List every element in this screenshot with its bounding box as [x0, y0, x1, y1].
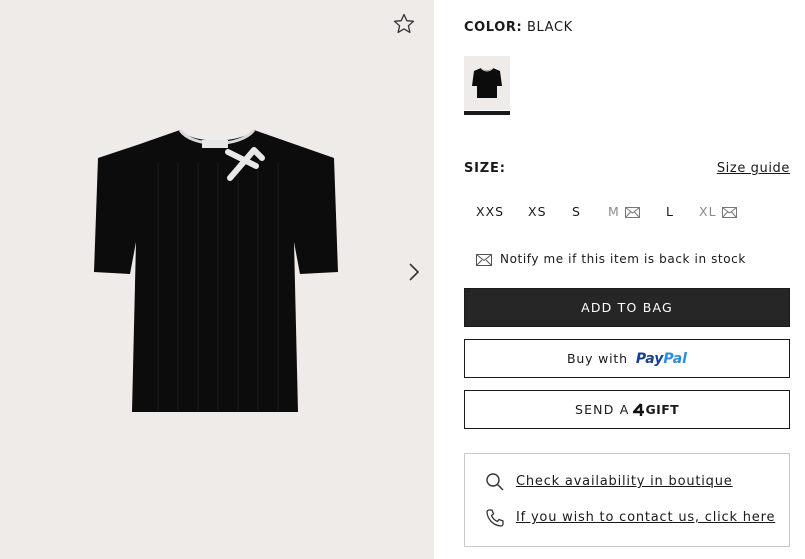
product-gallery — [0, 0, 434, 559]
gift-logo: GIFT — [633, 402, 679, 417]
color-value: BLACK — [527, 20, 573, 35]
size-option-xxs[interactable]: XXS — [476, 204, 504, 219]
envelope-icon — [476, 254, 492, 266]
size-option-m[interactable]: M — [608, 204, 640, 219]
boutique-box: Check availability in boutique If you wi… — [464, 453, 790, 547]
check-availability-link[interactable]: Check availability in boutique — [516, 474, 733, 489]
search-icon — [486, 473, 504, 491]
color-swatch-black[interactable] — [464, 56, 510, 110]
size-option-l[interactable]: L — [666, 204, 674, 219]
contact-us-link[interactable]: If you wish to contact us, click here — [516, 510, 775, 525]
add-to-bag-button[interactable]: ADD TO BAG — [464, 288, 790, 327]
chevron-right-icon[interactable] — [404, 260, 424, 284]
selected-indicator — [464, 111, 510, 115]
paypal-logo: PayPal — [635, 350, 687, 367]
envelope-icon — [624, 207, 640, 218]
send-gift-button[interactable]: SEND A GIFT — [464, 390, 790, 429]
size-guide-link[interactable]: Size guide — [717, 161, 790, 176]
notify-back-in-stock[interactable]: Notify me if this item is back in stock — [476, 252, 746, 266]
color-row: COLOR: BLACK — [464, 20, 573, 35]
star-icon[interactable] — [392, 12, 416, 36]
send-a-label: SEND A — [574, 402, 630, 417]
paypal-button[interactable]: Buy with PayPal — [464, 339, 790, 378]
size-option-xs[interactable]: XS — [528, 204, 547, 219]
size-option-s[interactable]: S — [572, 204, 581, 219]
color-label: COLOR: — [464, 20, 523, 35]
size-label: SIZE: — [464, 161, 506, 176]
phone-icon — [486, 509, 504, 527]
size-option-xl[interactable]: XL — [699, 204, 737, 219]
add-to-bag-label: ADD TO BAG — [581, 300, 673, 315]
buy-with-label: Buy with — [567, 351, 628, 366]
notify-text: Notify me if this item is back in stock — [500, 252, 746, 266]
product-image — [88, 122, 344, 418]
gift-4-icon — [633, 402, 645, 416]
size-row: SIZE: Size guide — [464, 161, 790, 176]
envelope-icon — [721, 207, 737, 218]
